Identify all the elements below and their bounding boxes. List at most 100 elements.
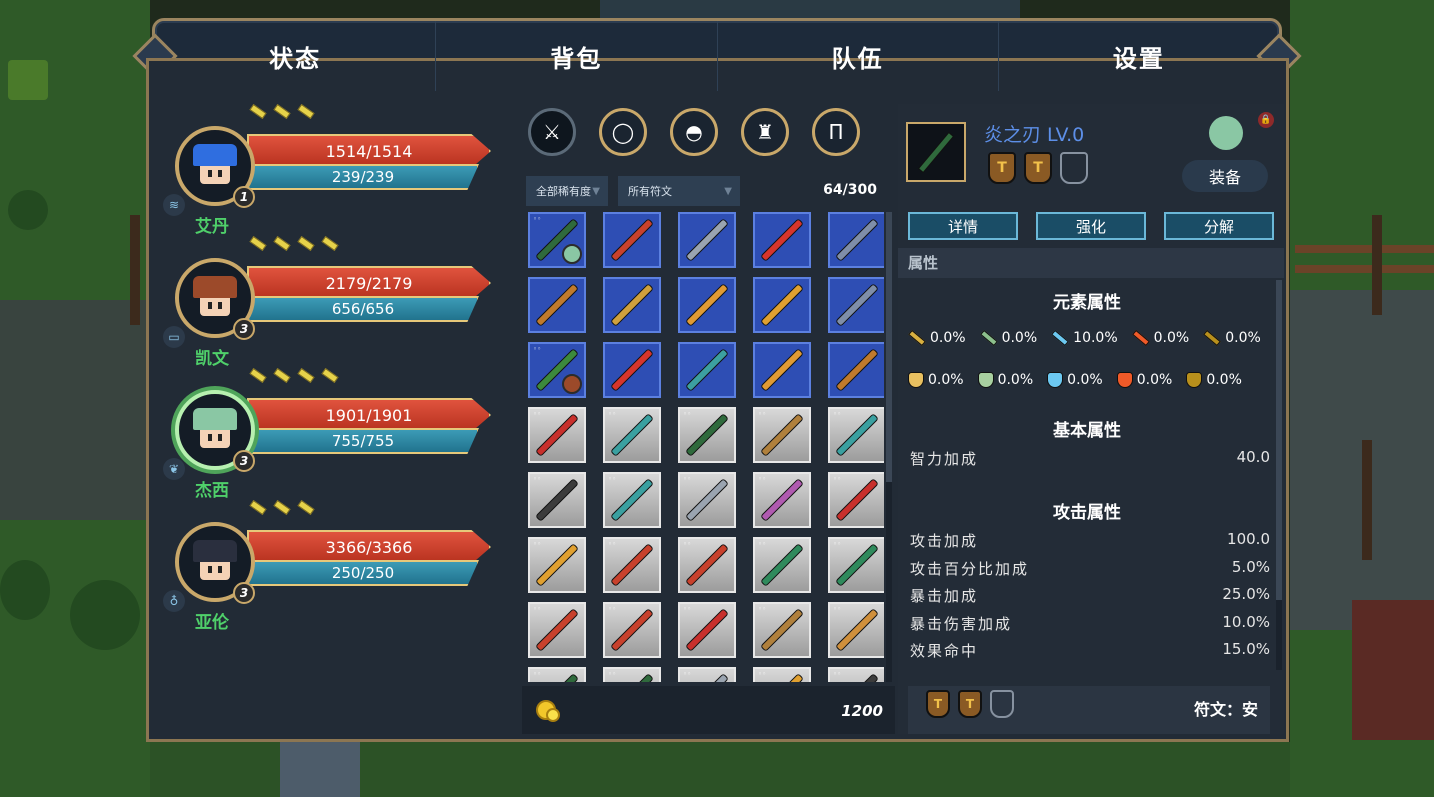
inventory-slot[interactable]: ◦◦ xyxy=(603,602,661,658)
inventory-slot[interactable]: ◦◦ xyxy=(528,472,586,528)
equipped-by-avatar xyxy=(1209,116,1243,150)
inventory-slot[interactable]: ◦◦ xyxy=(753,407,811,463)
rune-slot[interactable]: T xyxy=(988,152,1016,184)
element-stat: 0.0% xyxy=(1131,329,1189,347)
rune-slot[interactable]: T xyxy=(1024,152,1052,184)
gold-coin-icon xyxy=(546,708,560,722)
inventory-slot[interactable]: ◦◦ xyxy=(528,212,586,268)
character-name: 凯文 xyxy=(195,349,229,369)
inventory-slot[interactable]: ◦◦ xyxy=(528,342,586,398)
inventory-slot[interactable]: ◦◦ xyxy=(828,602,884,658)
weapon-icon xyxy=(536,414,578,456)
inventory-slot[interactable]: ◦◦ xyxy=(828,667,884,682)
rank-pips xyxy=(249,368,339,383)
rarity-filter[interactable]: 全部稀有度 ▼ xyxy=(526,176,608,206)
inventory-slot[interactable] xyxy=(828,342,884,398)
inventory-slot[interactable] xyxy=(528,277,586,333)
inventory-slot[interactable]: ◦◦ xyxy=(753,472,811,528)
inventory-slot[interactable]: ◦◦ xyxy=(603,407,661,463)
inventory-slot[interactable]: ◦◦ xyxy=(678,602,736,658)
element-stat: 0.0% xyxy=(979,329,1037,347)
weapon-icon xyxy=(686,479,728,521)
inventory-scrollbar-thumb[interactable] xyxy=(886,212,892,482)
element-stat: 0.0% xyxy=(1203,329,1261,347)
element-attack-row: 0.0% 0.0% 10.0% 0.0% 0.0% xyxy=(908,329,1261,347)
inventory-slot[interactable]: ◦◦ xyxy=(753,602,811,658)
rune-filter[interactable]: 所有符文 ▼ xyxy=(618,176,740,206)
stat-row: 智力加成 40.0 xyxy=(910,448,1270,469)
inventory-slot[interactable]: ◦◦ xyxy=(828,537,884,593)
rune-slot: T xyxy=(926,690,950,718)
stat-label: 攻击加成 xyxy=(910,532,979,550)
gold-amount: 1200 xyxy=(841,702,883,720)
rarity-dots: ◦◦ xyxy=(608,670,617,678)
tab-settings[interactable]: 设置 xyxy=(999,21,1279,91)
inventory-slot[interactable] xyxy=(603,277,661,333)
inventory-slot[interactable]: ◦◦ xyxy=(828,472,884,528)
chevron-down-icon: ▼ xyxy=(592,185,600,197)
weapon-icon xyxy=(836,609,878,651)
armor-icon[interactable]: ♜ xyxy=(741,108,789,156)
star-pip-icon xyxy=(297,236,315,251)
party-member[interactable]: 2179/2179 656/656 3 ▭ 凯文 xyxy=(155,236,505,369)
party-member[interactable]: 1901/1901 755/755 3 ❦ 杰西 xyxy=(155,368,505,501)
inventory-slot[interactable]: ◦◦ xyxy=(828,407,884,463)
rune-footer: T T 符文：安 xyxy=(908,686,1270,734)
inventory-slot[interactable] xyxy=(753,277,811,333)
ring-icon[interactable]: ◯ xyxy=(599,108,647,156)
inventory-slot[interactable] xyxy=(678,277,736,333)
item-actions: 详情 强化 分解 xyxy=(908,212,1274,240)
equip-button[interactable]: 装备 xyxy=(1182,160,1268,192)
tab-inventory[interactable]: 背包 xyxy=(436,21,718,91)
inventory-slot[interactable]: ◦◦ xyxy=(603,472,661,528)
item-grid: ◦◦ ◦◦ ◦◦ ◦◦ ◦◦ ◦◦ ◦◦ ◦◦ ◦◦ ◦◦ ◦◦ ◦◦ ◦◦ ◦◦ ◦◦ ◦◦ ◦◦ ◦◦ ◦◦ ◦◦… xyxy=(528,212,884,682)
lock-icon[interactable]: 🔒 xyxy=(1258,112,1274,128)
inventory-slot[interactable] xyxy=(678,342,736,398)
tab-party[interactable]: 队伍 xyxy=(718,21,999,91)
inventory-slot[interactable] xyxy=(678,212,736,268)
details-button[interactable]: 详情 xyxy=(908,212,1018,240)
enhance-button[interactable]: 强化 xyxy=(1036,212,1146,240)
inventory-slot[interactable]: ◦◦ xyxy=(753,667,811,682)
sword-icon[interactable]: ⚔ xyxy=(528,108,576,156)
dismantle-button[interactable]: 分解 xyxy=(1164,212,1274,240)
party-member[interactable]: 1514/1514 239/239 1 ≋ 艾丹 xyxy=(155,104,505,237)
vital-bars: 2179/2179 656/656 xyxy=(247,266,497,324)
empty-rune-slot[interactable] xyxy=(1060,152,1088,184)
inventory-slot[interactable]: ◦◦ xyxy=(678,472,736,528)
weapon-icon xyxy=(536,479,578,521)
inventory-slot[interactable]: ◦◦ xyxy=(603,537,661,593)
attributes-body: 元素属性 0.0% 0.0% 10.0% 0.0% 0.0% 0.0% 0.0% 0.0% 0… xyxy=(898,280,1276,670)
inventory-slot[interactable] xyxy=(603,342,661,398)
star-pip-icon xyxy=(273,368,291,383)
weapon-icon xyxy=(611,544,653,586)
star-pip-icon xyxy=(297,368,315,383)
star-pip-icon xyxy=(297,500,315,515)
stat-value: 10.0% xyxy=(1222,612,1270,631)
inventory-slot[interactable]: ◦◦ xyxy=(528,537,586,593)
party-member[interactable]: 3366/3366 250/250 3 ♁ 亚伦 xyxy=(155,500,505,633)
inventory-slot[interactable]: ◦◦ xyxy=(678,407,736,463)
stat-row: 暴击伤害加成 10.0% xyxy=(910,613,1270,634)
helmet-icon[interactable]: ◓ xyxy=(670,108,718,156)
inventory-slot[interactable]: ◦◦ xyxy=(678,537,736,593)
pants-icon[interactable]: Π xyxy=(812,108,860,156)
hp-bar: 3366/3366 xyxy=(247,530,491,564)
tab-status[interactable]: 状态 xyxy=(155,21,437,91)
inventory-slot[interactable]: ◦◦ xyxy=(603,667,661,682)
detail-scrollbar-thumb[interactable] xyxy=(1276,280,1282,600)
element-stat-value: 0.0% xyxy=(997,372,1034,388)
inventory-slot[interactable]: ◦◦ xyxy=(528,602,586,658)
inventory-slot[interactable] xyxy=(603,212,661,268)
inventory-slot[interactable]: ◦◦ xyxy=(678,667,736,682)
inventory-slot[interactable]: ◦◦ xyxy=(753,537,811,593)
stat-value: 15.0% xyxy=(1222,640,1270,658)
inventory-slot[interactable] xyxy=(753,212,811,268)
inventory-slot[interactable]: ◦◦ xyxy=(528,667,586,682)
inventory-slot[interactable] xyxy=(753,342,811,398)
inventory-slot[interactable] xyxy=(828,212,884,268)
stat-label: 效果命中 xyxy=(910,642,979,660)
rarity-dots: ◦◦ xyxy=(608,540,617,548)
inventory-slot[interactable] xyxy=(828,277,884,333)
inventory-slot[interactable]: ◦◦ xyxy=(528,407,586,463)
